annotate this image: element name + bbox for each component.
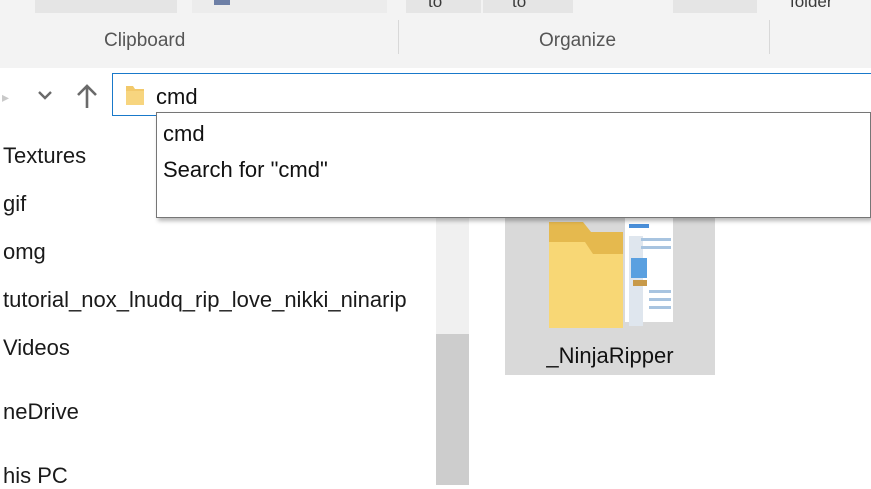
folder-tile-ninjaripper[interactable]: _NinjaRipper bbox=[505, 200, 715, 375]
address-suggestions: cmd Search for "cmd" bbox=[156, 112, 871, 218]
ribbon: to to folder Clipboard Organize bbox=[0, 0, 871, 69]
tree-item-gif[interactable]: gif bbox=[3, 191, 26, 217]
ribbon-new-folder-label: folder bbox=[790, 0, 833, 11]
ribbon-button-new-folder[interactable] bbox=[673, 0, 757, 13]
ribbon-group-organize: Organize bbox=[539, 30, 617, 51]
ribbon-button-copy-to-label: to bbox=[512, 0, 527, 11]
ribbon-button-move-to[interactable]: to bbox=[406, 0, 481, 13]
folder-with-documents-icon bbox=[545, 218, 675, 335]
tree-item-videos[interactable]: Videos bbox=[3, 335, 70, 361]
ribbon-button-rename[interactable] bbox=[582, 0, 657, 13]
scrollbar-thumb[interactable] bbox=[436, 334, 469, 485]
up-arrow-icon[interactable] bbox=[76, 83, 98, 112]
ribbon-button-clipboard[interactable] bbox=[35, 0, 177, 13]
tree-item-textures[interactable]: Textures bbox=[3, 143, 86, 169]
ribbon-button-copy-to[interactable]: to bbox=[483, 0, 573, 13]
address-bar[interactable]: cmd bbox=[112, 73, 871, 116]
tree-item-onedrive[interactable]: neDrive bbox=[3, 399, 79, 425]
ribbon-button-paste-icon bbox=[214, 0, 230, 5]
tree-item-tutorial[interactable]: tutorial_nox_lnudq_rip_love_nikki_ninari… bbox=[3, 287, 407, 313]
ribbon-divider bbox=[769, 20, 770, 54]
chevron-down-icon[interactable] bbox=[37, 86, 53, 104]
suggestion-item-search-cmd[interactable]: Search for "cmd" bbox=[163, 157, 328, 183]
folder-name: _NinjaRipper bbox=[546, 343, 674, 368]
suggestion-item-cmd[interactable]: cmd bbox=[163, 121, 205, 147]
back-arrow-icon[interactable]: ▸ bbox=[2, 90, 9, 104]
tree-item-this-pc[interactable]: his PC bbox=[3, 463, 68, 489]
ribbon-button-paste[interactable] bbox=[192, 0, 387, 13]
address-input[interactable]: cmd bbox=[156, 84, 198, 110]
ribbon-button-move-to-label: to bbox=[428, 0, 443, 11]
ribbon-group-clipboard: Clipboard bbox=[104, 30, 186, 51]
ribbon-divider bbox=[398, 20, 399, 54]
tree-item-omg[interactable]: omg bbox=[3, 239, 46, 265]
folder-icon bbox=[125, 84, 145, 111]
